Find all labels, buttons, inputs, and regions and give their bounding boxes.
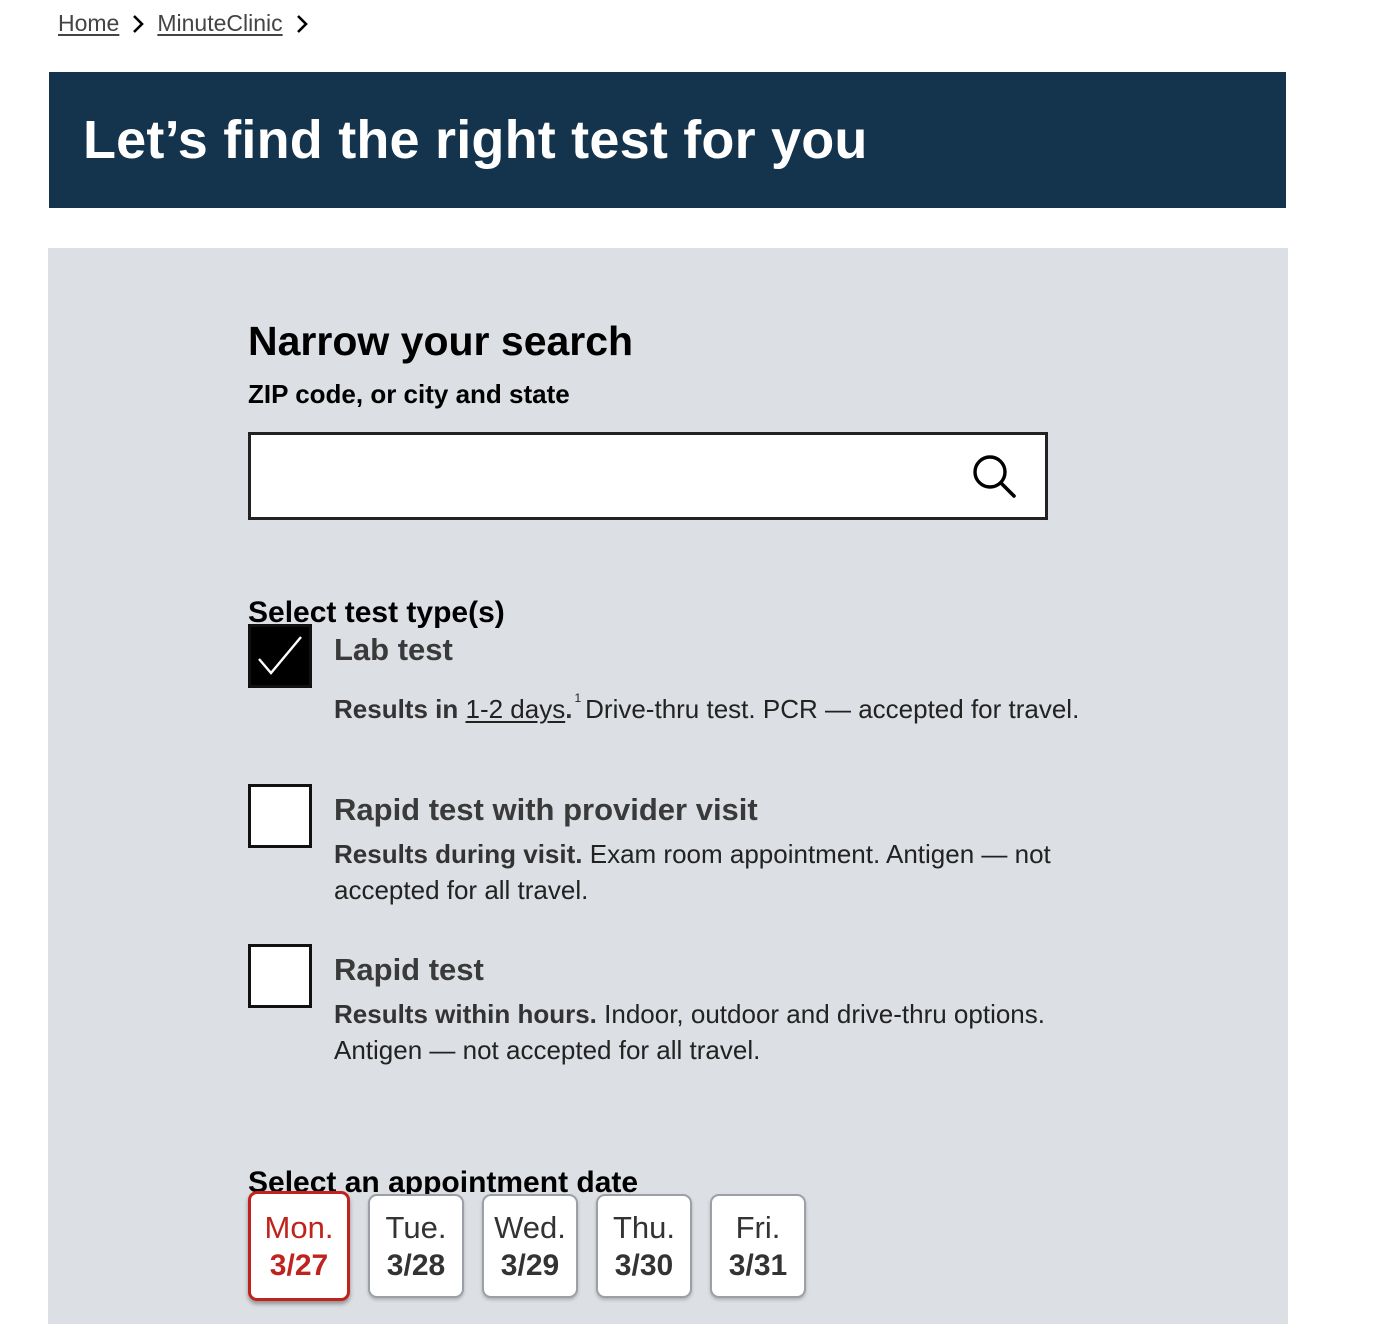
rapid-test-checkbox[interactable] bbox=[248, 944, 312, 1008]
date-option-fri[interactable]: Fri. 3/31 bbox=[710, 1194, 806, 1298]
search-panel: Narrow your search ZIP code, or city and… bbox=[48, 248, 1288, 1324]
date-value: 3/30 bbox=[614, 1249, 674, 1282]
results-time-link[interactable]: 1-2 days bbox=[465, 694, 565, 724]
date-value: 3/27 bbox=[269, 1249, 329, 1282]
breadcrumb-minuteclinic-link[interactable]: MinuteClinic bbox=[157, 10, 282, 37]
date-picker: Mon. 3/27 Tue. 3/28 Wed. 3/29 Thu. 3/30 … bbox=[248, 1191, 806, 1301]
breadcrumb: Home MinuteClinic bbox=[58, 10, 321, 37]
option-description: Results during visit. Exam room appointm… bbox=[334, 836, 1134, 908]
option-desc-bold: Results during visit. bbox=[334, 839, 583, 869]
location-label: ZIP code, or city and state bbox=[248, 379, 570, 409]
option-desc-period: . bbox=[565, 694, 573, 724]
rapid-provider-checkbox[interactable] bbox=[248, 784, 312, 848]
option-desc-bold: Results in bbox=[334, 694, 466, 724]
breadcrumb-home-link[interactable]: Home bbox=[58, 10, 119, 37]
lab-test-checkbox[interactable] bbox=[248, 624, 312, 688]
date-day: Fri. bbox=[735, 1210, 781, 1245]
option-desc-bold: Results within hours. bbox=[334, 999, 597, 1029]
footnote-marker[interactable]: 1 bbox=[574, 691, 581, 705]
test-option-rapid[interactable]: Rapid test Results within hours. Indoor,… bbox=[248, 944, 1208, 1074]
test-option-lab[interactable]: Lab test Results in 1-2 days. 1 Drive-thru… bbox=[248, 624, 1208, 734]
location-search-box bbox=[248, 432, 1048, 520]
date-option-wed[interactable]: Wed. 3/29 bbox=[482, 1194, 578, 1298]
option-description: Results in 1-2 days. 1 Drive-thru test. PC… bbox=[334, 680, 1134, 727]
checkmark-icon bbox=[258, 636, 302, 675]
date-day: Tue. bbox=[385, 1210, 447, 1245]
date-day: Mon. bbox=[264, 1210, 334, 1245]
date-option-tue[interactable]: Tue. 3/28 bbox=[368, 1194, 464, 1298]
date-option-thu[interactable]: Thu. 3/30 bbox=[596, 1194, 692, 1298]
panel-title: Narrow your search bbox=[248, 318, 634, 365]
option-title: Rapid test with provider visit bbox=[334, 792, 758, 827]
search-icon[interactable] bbox=[971, 453, 1017, 499]
date-day: Thu. bbox=[612, 1210, 676, 1245]
option-title: Rapid test bbox=[334, 952, 484, 987]
option-desc-text: Drive-thru test. PCR — accepted for trav… bbox=[585, 694, 1080, 724]
date-value: 3/28 bbox=[386, 1249, 446, 1282]
date-day: Wed. bbox=[494, 1210, 566, 1245]
hero-banner: Let’s find the right test for you bbox=[49, 72, 1286, 208]
option-description: Results within hours. Indoor, outdoor an… bbox=[334, 996, 1134, 1068]
page-title: Let’s find the right test for you bbox=[83, 110, 868, 170]
chevron-right-icon bbox=[133, 14, 145, 33]
location-search-input[interactable] bbox=[251, 435, 969, 517]
date-option-mon[interactable]: Mon. 3/27 bbox=[248, 1191, 350, 1301]
option-title: Lab test bbox=[334, 632, 453, 667]
chevron-right-icon bbox=[296, 14, 308, 33]
date-value: 3/31 bbox=[728, 1249, 788, 1282]
test-option-rapid-provider[interactable]: Rapid test with provider visit Results d… bbox=[248, 784, 1208, 914]
date-value: 3/29 bbox=[500, 1249, 560, 1282]
